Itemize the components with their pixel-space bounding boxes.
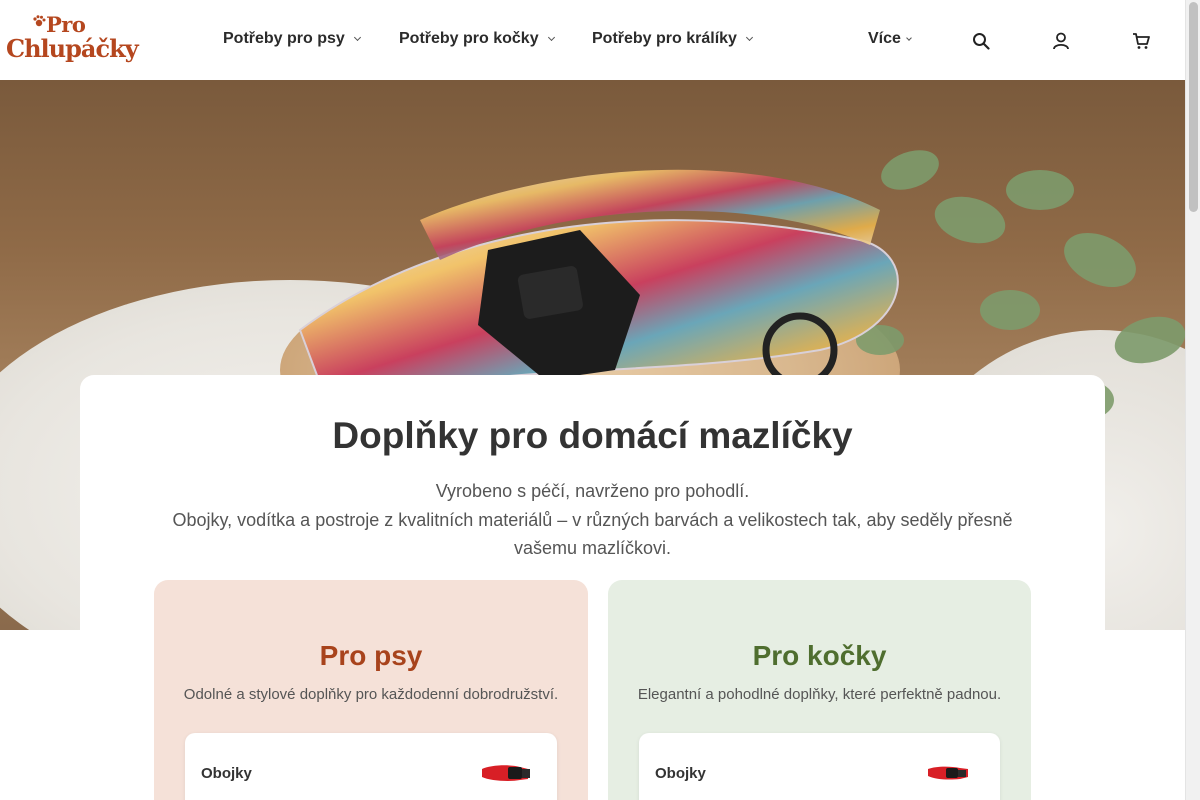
user-icon[interactable] — [1052, 32, 1070, 50]
category-cats-title[interactable]: Pro kočky — [608, 640, 1031, 672]
chevron-down-icon — [547, 33, 555, 42]
site-header: Pro Chlupáčky Potřeby pro psy Potřeby pr… — [0, 0, 1185, 80]
nav-rabbits-label: Potřeby pro králíky — [592, 30, 737, 47]
chevron-down-icon — [745, 33, 753, 42]
category-dogs-description: Odolné a stylové doplňky pro každodenní … — [183, 686, 559, 703]
cart-icon[interactable] — [1132, 32, 1150, 50]
product-name: Obojky — [655, 765, 706, 782]
intro-line-2: Obojky, vodítka a postroje z kvalitních … — [172, 509, 1013, 559]
nav-dogs[interactable]: Potřeby pro psy — [223, 30, 361, 48]
site-logo[interactable]: Pro Chlupáčky — [6, 12, 139, 70]
chevron-down-icon — [353, 33, 361, 42]
scrollbar-thumb[interactable] — [1189, 2, 1198, 212]
category-dogs: Pro psy Odolné a stylové doplňky pro kaž… — [154, 580, 588, 800]
intro-line-1: Vyrobeno s péčí, navrženo pro pohodlí. — [435, 481, 750, 501]
nav-more[interactable]: Více — [868, 30, 912, 48]
chevron-down-icon — [906, 35, 912, 41]
nav-more-label: Více — [868, 30, 901, 47]
product-card-cat-collars[interactable]: Obojky — [639, 733, 1000, 800]
page-title: Doplňky pro domácí mazlíčky — [332, 415, 853, 456]
nav-cats[interactable]: Potřeby pro kočky — [399, 30, 555, 48]
paw-icon — [33, 15, 46, 27]
collar-product-image — [482, 765, 530, 781]
nav-cats-label: Potřeby pro kočky — [399, 30, 539, 47]
page-scrollbar[interactable] — [1185, 0, 1200, 800]
product-card-dog-collars[interactable]: Obojky — [185, 733, 557, 800]
logo-text-bottom: Chlupáčky — [6, 34, 139, 63]
collar-product-image — [928, 766, 968, 780]
category-cats: Pro kočky Elegantní a pohodlné doplňky, … — [608, 580, 1031, 800]
search-icon[interactable] — [972, 32, 990, 50]
nav-dogs-label: Potřeby pro psy — [223, 30, 345, 47]
category-dogs-title[interactable]: Pro psy — [154, 640, 588, 672]
product-name: Obojky — [201, 765, 252, 782]
intro-text: Vyrobeno s péčí, navrženo pro pohodlí. O… — [160, 477, 1025, 563]
category-cats-description: Elegantní a pohodlné doplňky, které perf… — [637, 686, 1002, 703]
nav-rabbits[interactable]: Potřeby pro králíky — [592, 30, 753, 48]
